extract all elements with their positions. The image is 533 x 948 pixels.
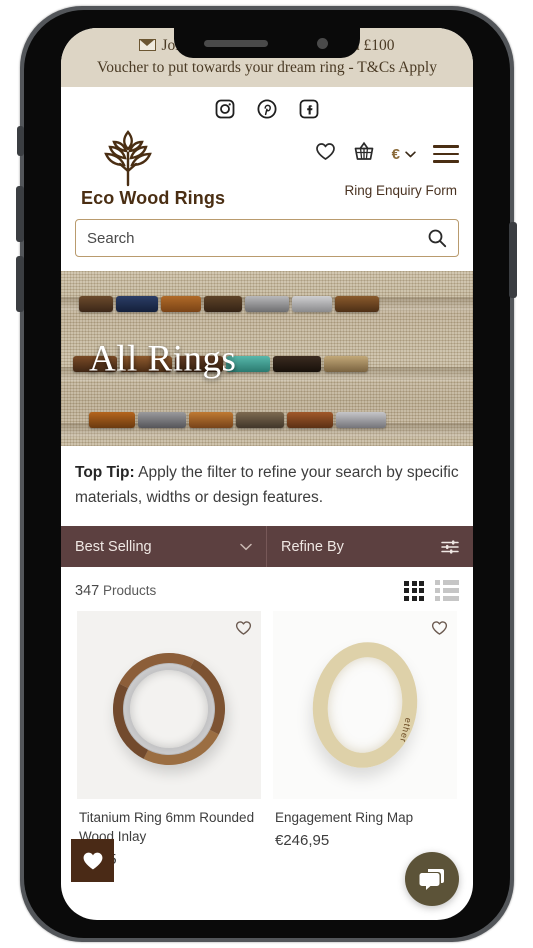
currency-selector[interactable]: € [392,146,416,163]
product-image[interactable]: ether forev [273,611,457,799]
product-card[interactable]: Titanium Ring 6mm Rounded Wood Inlay €9.… [71,611,267,868]
front-camera [317,38,328,49]
sort-filter-bar: Best Selling Refine By [61,526,473,567]
product-count: 347 Products [75,583,156,599]
currency-symbol: € [391,145,400,163]
brand-name: Eco Wood Rings [81,188,226,208]
ring-enquiry-form-link[interactable]: Ring Enquiry Form [344,183,457,198]
product-grid: Titanium Ring 6mm Rounded Wood Inlay €9.… [61,611,473,868]
hero-ring-row-1 [61,293,473,315]
phone-power-button[interactable] [509,222,517,298]
hero-title: All Rings [89,338,237,379]
search-section [61,217,473,271]
search-icon[interactable] [427,228,447,248]
search-box[interactable] [75,219,459,257]
view-toggle-group [404,580,459,601]
chevron-down-icon [405,150,416,157]
wishlist-floating-button[interactable] [71,839,114,882]
phone-screen: Join n a £100 Voucher to put towards you… [61,28,473,920]
heart-icon[interactable] [315,142,336,166]
sliders-icon [441,539,459,554]
site-header: Eco Wood Rings € Ring Enquiry Form [61,125,473,217]
product-count-label: Products [102,582,157,598]
heart-filled-icon [83,852,102,869]
product-count-number: 347 [75,582,100,599]
gold-ring-artwork: ether forev [304,635,426,775]
header-icon-group: € [315,141,459,167]
phone-volume-down-button[interactable] [16,256,24,312]
list-view-icon[interactable] [435,580,459,601]
social-links-row [61,87,473,125]
chat-bubble-icon [419,868,444,890]
tree-logo-icon [104,130,152,187]
envelope-icon [139,39,157,51]
results-count-row: 347 Products [61,567,473,611]
site-logo-link[interactable]: Eco Wood Rings [81,127,271,209]
product-image[interactable] [77,611,261,799]
product-card[interactable]: ether forev Engagement Ring Map €246,95 [267,611,463,868]
chat-widget-button[interactable] [405,852,459,906]
grid-view-icon[interactable] [404,580,424,601]
refine-by-button[interactable]: Refine By [267,526,473,567]
top-tip-text: Top Tip: Apply the filter to refine your… [61,446,473,526]
refine-by-label: Refine By [281,538,344,555]
top-tip-label: Top Tip: [75,464,135,481]
hamburger-menu-icon[interactable] [433,145,459,163]
search-input[interactable] [76,220,458,256]
screenshot-root: Join n a £100 Voucher to put towards you… [0,0,533,948]
earpiece-speaker [204,40,268,47]
product-title[interactable]: Engagement Ring Map [273,799,457,827]
hero-ring-row-3 [61,409,473,431]
wishlist-heart-icon[interactable] [431,620,448,641]
promo-line-2: Voucher to put towards your dream ring -… [97,59,437,76]
phone-volume-up-button[interactable] [16,186,24,242]
wishlist-heart-icon[interactable] [235,620,252,641]
titanium-ring-artwork [98,638,240,780]
facebook-icon[interactable] [299,99,319,119]
pinterest-icon[interactable] [257,99,277,119]
product-price: €246,95 [275,832,330,849]
phone-notch [174,28,360,58]
sort-value: Best Selling [75,538,152,555]
basket-icon[interactable] [353,141,375,167]
hero-banner: All Rings [61,271,473,446]
instagram-icon[interactable] [215,99,235,119]
phone-mute-switch[interactable] [17,126,24,156]
ring-engraving-text: ether forev [390,716,414,745]
chevron-down-icon [240,543,252,550]
sort-dropdown[interactable]: Best Selling [61,526,267,567]
